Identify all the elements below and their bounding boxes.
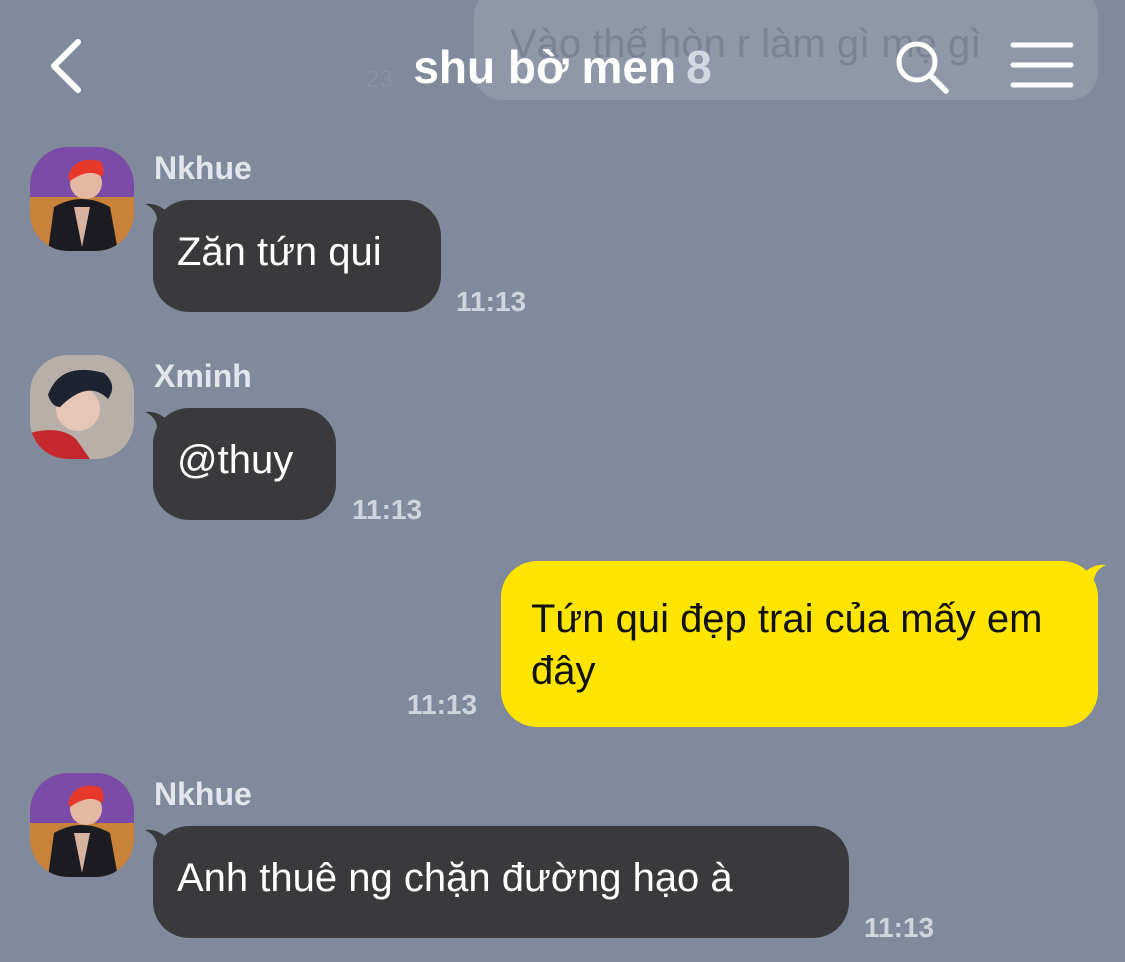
chat-screen: Vào thế hòn r làm gì mẹ gì 23 shu bờ men… [0,0,1125,962]
message-bubble[interactable]: Zăn tứn qui [153,200,441,312]
chat-header: shu bờ men 8 [0,0,1125,130]
search-button[interactable] [893,38,951,96]
message-time: 11:13 [407,689,478,720]
message-bubble[interactable]: @thuy [153,408,336,520]
sender-name: Xminh [154,358,252,394]
message-text: Anh thuê ng chặn đường hạo à [177,856,733,900]
back-button[interactable] [44,36,92,96]
avatar[interactable] [30,147,134,251]
message-time: 11:13 [864,912,935,943]
avatar[interactable] [30,355,134,459]
message-time: 11:13 [456,286,527,317]
message-bubble[interactable]: Anh thuê ng chặn đường hạo à [153,826,849,938]
bubble-tail [1080,564,1106,587]
avatar-red-hair-image [30,147,134,251]
sender-name: Nkhue [154,776,252,812]
message-text: Tứn qui đẹp trai của mấy em đây [531,597,1043,693]
chevron-left-icon [51,39,81,93]
message-text: Zăn tứn qui [177,230,382,274]
chat-title: shu bờ men 8 [0,40,1125,94]
avatar-red-hair-image [30,773,134,877]
message-time: 11:13 [352,494,423,525]
hamburger-menu-icon [1010,42,1074,88]
avatar[interactable] [30,773,134,877]
chat-title-text: shu bờ men [413,41,677,93]
avatar-dark-hair-image [30,355,134,459]
menu-button[interactable] [1010,40,1074,90]
search-icon [896,41,949,94]
sender-name: Nkhue [154,150,252,186]
message-text: @thuy [177,438,294,482]
my-message-bubble[interactable]: Tứn qui đẹp trai của mấy em đây [501,561,1098,727]
member-count: 8 [686,41,712,93]
